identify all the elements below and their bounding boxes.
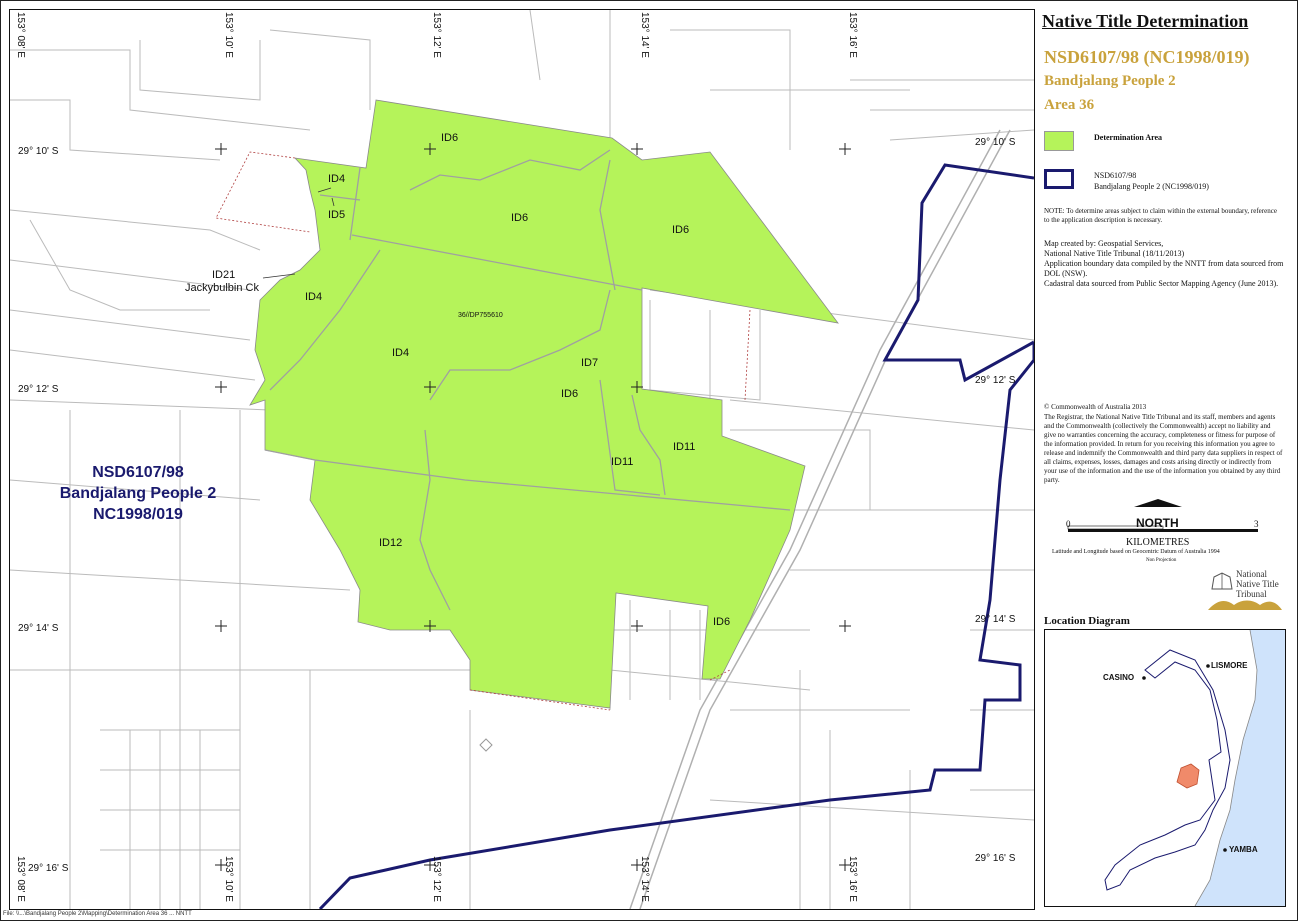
north-arrow-icon <box>1134 499 1182 507</box>
claim-label-line: NSD6107/98 <box>92 464 184 481</box>
parcel-label: ID5 <box>328 209 346 221</box>
latitude-label: 29° 10' S <box>18 146 59 157</box>
parcel-label: ID6 <box>713 616 731 628</box>
town-marker <box>1206 664 1210 668</box>
parcel-label: ID4 <box>305 291 323 303</box>
crest-icon <box>1211 572 1233 590</box>
claim-label-line: NC1998/019 <box>93 506 183 523</box>
claim-label-line: Bandjalang People 2 <box>59 485 217 502</box>
nntt-logo-icon <box>1208 600 1282 610</box>
parcel-label: ID11 <box>611 456 634 468</box>
town-label: YAMBA <box>1229 845 1258 854</box>
map-panel[interactable]: ID6 ID6 ID6 ID4 ID5 ID21 Jackybulbin Ck … <box>9 9 1035 910</box>
disclaimer: The Registrar, the National Native Title… <box>1044 413 1283 484</box>
area-highlight <box>1176 763 1200 789</box>
creek-label: Jackybulbin Ck <box>185 282 259 294</box>
legend-panel: Native Title Determination NSD6107/98 (N… <box>1036 9 1291 908</box>
latitude-label: 29° 14' S <box>18 623 59 634</box>
longitude-label: 153° 14' E <box>639 856 650 902</box>
latitude-label: 29° 14' S <box>975 614 1016 625</box>
longitude-label: 153° 10' E <box>223 12 234 58</box>
parcel-label: ID6 <box>672 224 690 236</box>
parcel-label: ID7 <box>581 357 599 369</box>
nntt-logo-line: National <box>1236 569 1267 579</box>
credit-line: National Native Title Tribunal (18/11/20… <box>1044 249 1185 258</box>
boundary-swatch <box>1044 169 1074 189</box>
note-text: NOTE: To determine areas subject to clai… <box>1044 207 1277 224</box>
claim-outline <box>1104 649 1231 891</box>
scale-end: 3 <box>1254 519 1259 529</box>
latitude-label: 29° 16' S <box>28 863 69 874</box>
boundary-legend-line: NSD6107/98 <box>1094 171 1137 180</box>
longitude-label: 153° 16' E <box>847 12 858 58</box>
datum-note: Latitude and Longitude based on Geocentr… <box>1052 549 1220 555</box>
credit-line: Cadastral data sourced from Public Secto… <box>1044 279 1279 288</box>
location-title: Location Diagram <box>1044 615 1130 627</box>
projection-note: Non Projection <box>1146 558 1177 563</box>
sea-area <box>1195 630 1285 906</box>
legend-title: Native Title Determination <box>1042 11 1249 31</box>
latitude-label: 29° 16' S <box>975 853 1016 864</box>
scale-start: 0 <box>1066 519 1071 529</box>
parcel-label: ID6 <box>511 212 529 224</box>
location-map <box>1104 630 1285 906</box>
boundary-legend-label: NSD6107/98 Bandjalang People 2 (NC1998/0… <box>1094 170 1209 192</box>
longitude-label: 153° 08' E <box>15 12 26 58</box>
parcel-label: ID6 <box>561 388 579 400</box>
parcel-label: ID6 <box>441 132 459 144</box>
longitude-label: 153° 12' E <box>431 856 442 902</box>
small-feature <box>479 738 493 752</box>
longitude-label: 153° 08' E <box>15 856 26 902</box>
town-marker <box>1142 676 1146 680</box>
parcel-label: ID4 <box>392 347 410 359</box>
longitude-label: 153° 10' E <box>223 856 234 902</box>
latitude-label: 29° 12' S <box>18 384 59 395</box>
copyright: © Commonwealth of Australia 2013 <box>1044 403 1147 411</box>
determination-area[interactable] <box>249 99 839 709</box>
parcel-label: ID12 <box>379 537 403 549</box>
credit-line: Application boundary data compiled by th… <box>1044 259 1284 278</box>
location-diagram: CASINO LISMORE YAMBA <box>1044 629 1286 907</box>
claim-name: Bandjalang People 2 <box>1044 73 1176 89</box>
scale-unit: KILOMETRES <box>1126 537 1190 548</box>
claim-id: NSD6107/98 (NC1998/019) <box>1044 47 1250 67</box>
parcel-label: ID11 <box>673 441 696 453</box>
nntt-logo-text: National Native Title Tribunal <box>1236 569 1279 599</box>
parcel-label: ID4 <box>328 173 346 185</box>
town-label: LISMORE <box>1211 661 1248 670</box>
nntt-logo-line: Native Title <box>1236 579 1279 589</box>
north-label: NORTH <box>1136 516 1179 530</box>
credits: Map created by: Geospatial Services, Nat… <box>1044 239 1284 289</box>
map-canvas <box>10 10 1034 909</box>
town-label: CASINO <box>1103 673 1135 682</box>
parcel-label: ID21 <box>212 269 236 281</box>
town-marker <box>1223 848 1227 852</box>
file-path-footer: File: \\...\Bandjalang People 2\Mapping\… <box>3 911 192 917</box>
credit-line: Map created by: Geospatial Services, <box>1044 239 1164 248</box>
latitude-label: 29° 10' S <box>975 137 1016 148</box>
map-sheet: ID6 ID6 ID6 ID4 ID5 ID21 Jackybulbin Ck … <box>0 0 1298 921</box>
boundary-legend-line: Bandjalang People 2 (NC1998/019) <box>1094 182 1209 191</box>
longitude-label: 153° 12' E <box>431 12 442 58</box>
claim-label: NSD6107/98 Bandjalang People 2 NC1998/01… <box>50 462 226 525</box>
determination-legend-label: Determination Area <box>1094 133 1163 142</box>
longitude-label: 153° 14' E <box>639 12 650 58</box>
latitude-label: 29° 12' S <box>975 375 1016 386</box>
area-name: Area 36 <box>1044 97 1095 113</box>
determination-swatch <box>1044 131 1074 151</box>
lot-label: 36//DP755610 <box>458 312 503 319</box>
longitude-label: 153° 16' E <box>847 856 858 902</box>
